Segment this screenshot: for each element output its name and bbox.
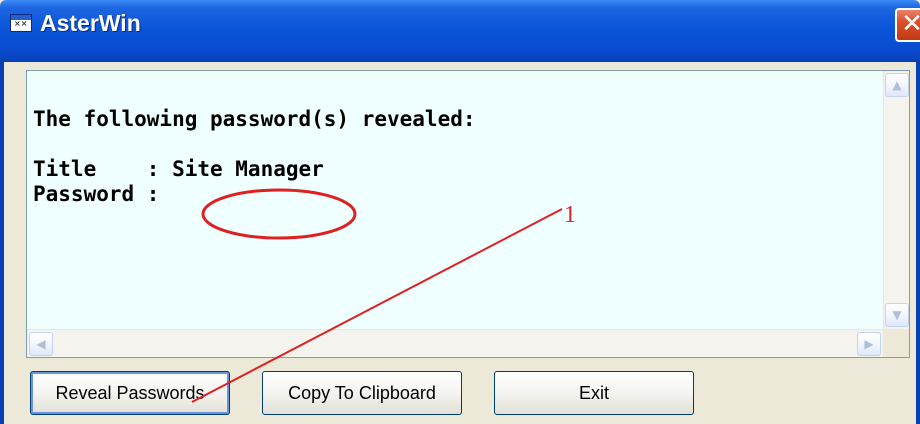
output-line-header: The following password(s) revealed:: [33, 107, 476, 131]
copy-to-clipboard-button[interactable]: Copy To Clipboard: [262, 371, 462, 415]
scroll-left-button[interactable]: ◀: [29, 332, 53, 356]
vertical-scrollbar[interactable]: ▲ ▼: [883, 71, 909, 329]
scrollbar-corner: [883, 329, 909, 357]
app-icon[interactable]: [10, 14, 32, 32]
output-line-blank: [33, 132, 883, 157]
exit-button[interactable]: Exit: [494, 371, 694, 415]
window-frame-right: [916, 62, 920, 424]
scroll-up-button[interactable]: ▲: [885, 73, 909, 97]
password-output-box[interactable]: The following password(s) revealed: Titl…: [26, 70, 910, 358]
window-frame-left: [0, 62, 4, 424]
window-title: AsterWin: [40, 10, 141, 36]
close-icon: ✕: [901, 9, 920, 39]
close-button[interactable]: ✕: [895, 8, 920, 42]
scroll-right-icon: ▶: [864, 337, 874, 351]
scroll-down-button[interactable]: ▼: [885, 303, 909, 327]
asterwin-window: AsterWin ✕ The following password(s) rev…: [0, 0, 920, 424]
output-text-area[interactable]: The following password(s) revealed: Titl…: [27, 71, 883, 329]
reveal-passwords-button[interactable]: Reveal Passwords: [30, 371, 230, 415]
scroll-right-button[interactable]: ▶: [857, 332, 881, 356]
scroll-up-icon: ▲: [892, 78, 902, 92]
scroll-down-icon: ▼: [892, 308, 902, 322]
output-line-password: Password :: [33, 182, 173, 206]
output-line-title: Title : Site Manager: [33, 157, 324, 181]
annotation-label: 1: [564, 202, 576, 228]
horizontal-scrollbar[interactable]: ◀ ▶: [27, 329, 883, 357]
title-bar[interactable]: AsterWin ✕: [0, 0, 920, 62]
scroll-left-icon: ◀: [36, 337, 46, 351]
